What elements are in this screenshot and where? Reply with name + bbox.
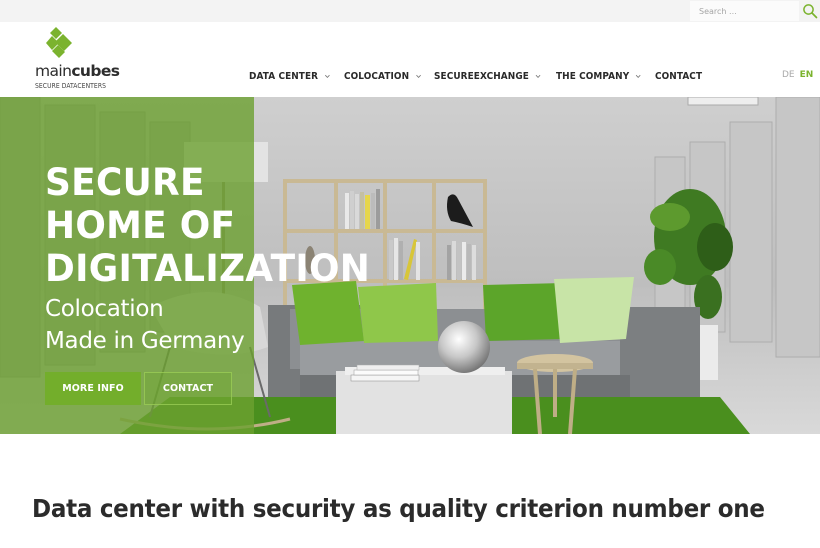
search-input[interactable] <box>690 1 799 21</box>
chrome-sphere <box>438 321 490 373</box>
search-icon <box>803 4 818 19</box>
top-bar <box>0 0 820 22</box>
hero-title: SECURE HOME OF DIGITALIZATION <box>45 161 370 290</box>
nav-label: CONTACT <box>655 70 703 82</box>
hero-subtitle: Colocation Made in Germany <box>45 293 245 357</box>
ceiling-vent <box>687 97 759 106</box>
lang-en[interactable]: EN <box>800 70 814 80</box>
hero-contact-button[interactable]: CONTACT <box>144 372 232 405</box>
nav-label: SECUREEXCHANGE <box>434 70 530 82</box>
more-info-button[interactable]: MORE INFO <box>45 372 141 405</box>
chevron-down-icon <box>535 74 541 78</box>
nav-item-the-company[interactable]: THE COMPANY <box>556 71 642 82</box>
main-nav: DATA CENTER COLOCATION SECUREEXCHANGE TH… <box>249 69 714 83</box>
nav-label: THE COMPANY <box>556 70 630 82</box>
hero-subtitle-line: Colocation <box>45 296 164 322</box>
logo-link[interactable]: maincubes SECURE DATACENTERS <box>35 26 135 90</box>
hero-title-line: DIGITALIZATION <box>45 247 371 290</box>
hero-subtitle-line: Made in Germany <box>45 328 245 354</box>
brand-tagline: SECURE DATACENTERS <box>35 81 106 90</box>
chevron-down-icon <box>636 74 641 78</box>
magazines <box>350 364 420 382</box>
hero-title-line: HOME OF <box>45 204 236 247</box>
cubes-logo-icon <box>46 27 72 58</box>
hero-banner: SECURE HOME OF DIGITALIZATION Colocation… <box>0 97 820 434</box>
section-heading: Data center with security as quality cri… <box>32 494 765 523</box>
site-header: maincubes SECURE DATACENTERS DATA CENTER… <box>0 22 820 97</box>
nav-item-colocation[interactable]: COLOCATION <box>344 71 421 82</box>
hero-title-line: SECURE <box>45 161 205 204</box>
nav-item-secureexchange[interactable]: SECUREEXCHANGE <box>434 71 541 82</box>
brand-name-light: main <box>35 62 72 80</box>
search-button[interactable] <box>800 1 820 21</box>
chevron-down-icon <box>324 74 330 78</box>
brand-name-bold: cubes <box>71 62 120 80</box>
language-switcher: DE EN <box>782 70 813 80</box>
nav-label: COLOCATION <box>343 70 409 82</box>
nav-item-contact[interactable]: CONTACT <box>655 71 702 82</box>
chevron-down-icon <box>415 74 421 78</box>
nav-item-data-center[interactable]: DATA CENTER <box>249 71 330 82</box>
lang-de[interactable]: DE <box>782 70 795 80</box>
nav-label: DATA CENTER <box>249 70 319 82</box>
brand-name: maincubes <box>35 62 120 80</box>
